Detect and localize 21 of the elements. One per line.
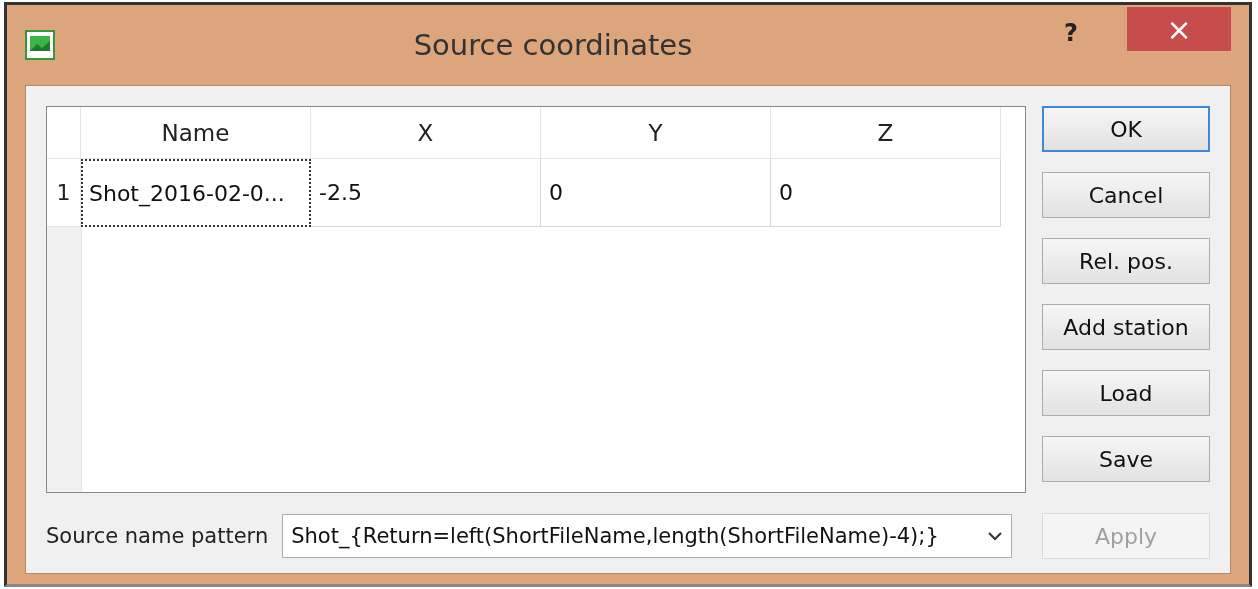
dialog-button[interactable]: Rel. pos. — [1042, 238, 1210, 284]
column-header[interactable]: Name — [81, 107, 311, 159]
help-button[interactable]: ? — [1051, 19, 1091, 47]
table-cell[interactable]: 0 — [771, 159, 1001, 227]
table-cell[interactable]: -2.5 — [311, 159, 541, 227]
table-cell[interactable]: 0 — [541, 159, 771, 227]
table-cell[interactable]: Shot_2016-02-0... — [81, 159, 311, 227]
column-header[interactable]: Z — [771, 107, 1001, 159]
dialog-button[interactable]: Add station — [1042, 304, 1210, 350]
pattern-label: Source name pattern — [46, 524, 269, 548]
pattern-dropdown[interactable]: Shot_{Return=left(ShortFileName,length(ShortFileName)-4);} — [282, 514, 1012, 558]
dialog-button[interactable]: Save — [1042, 436, 1210, 482]
dialog-button[interactable]: OK — [1042, 106, 1210, 152]
dialog-button[interactable]: Load — [1042, 370, 1210, 416]
window-title: Source coordinates — [412, 28, 694, 62]
chevron-down-icon — [987, 530, 1003, 542]
dialog-button[interactable]: Cancel — [1042, 172, 1210, 218]
window-icon — [25, 30, 55, 60]
column-header[interactable]: X — [311, 107, 541, 159]
column-header[interactable]: Y — [541, 107, 771, 159]
close-button[interactable]: × — [1127, 7, 1231, 51]
